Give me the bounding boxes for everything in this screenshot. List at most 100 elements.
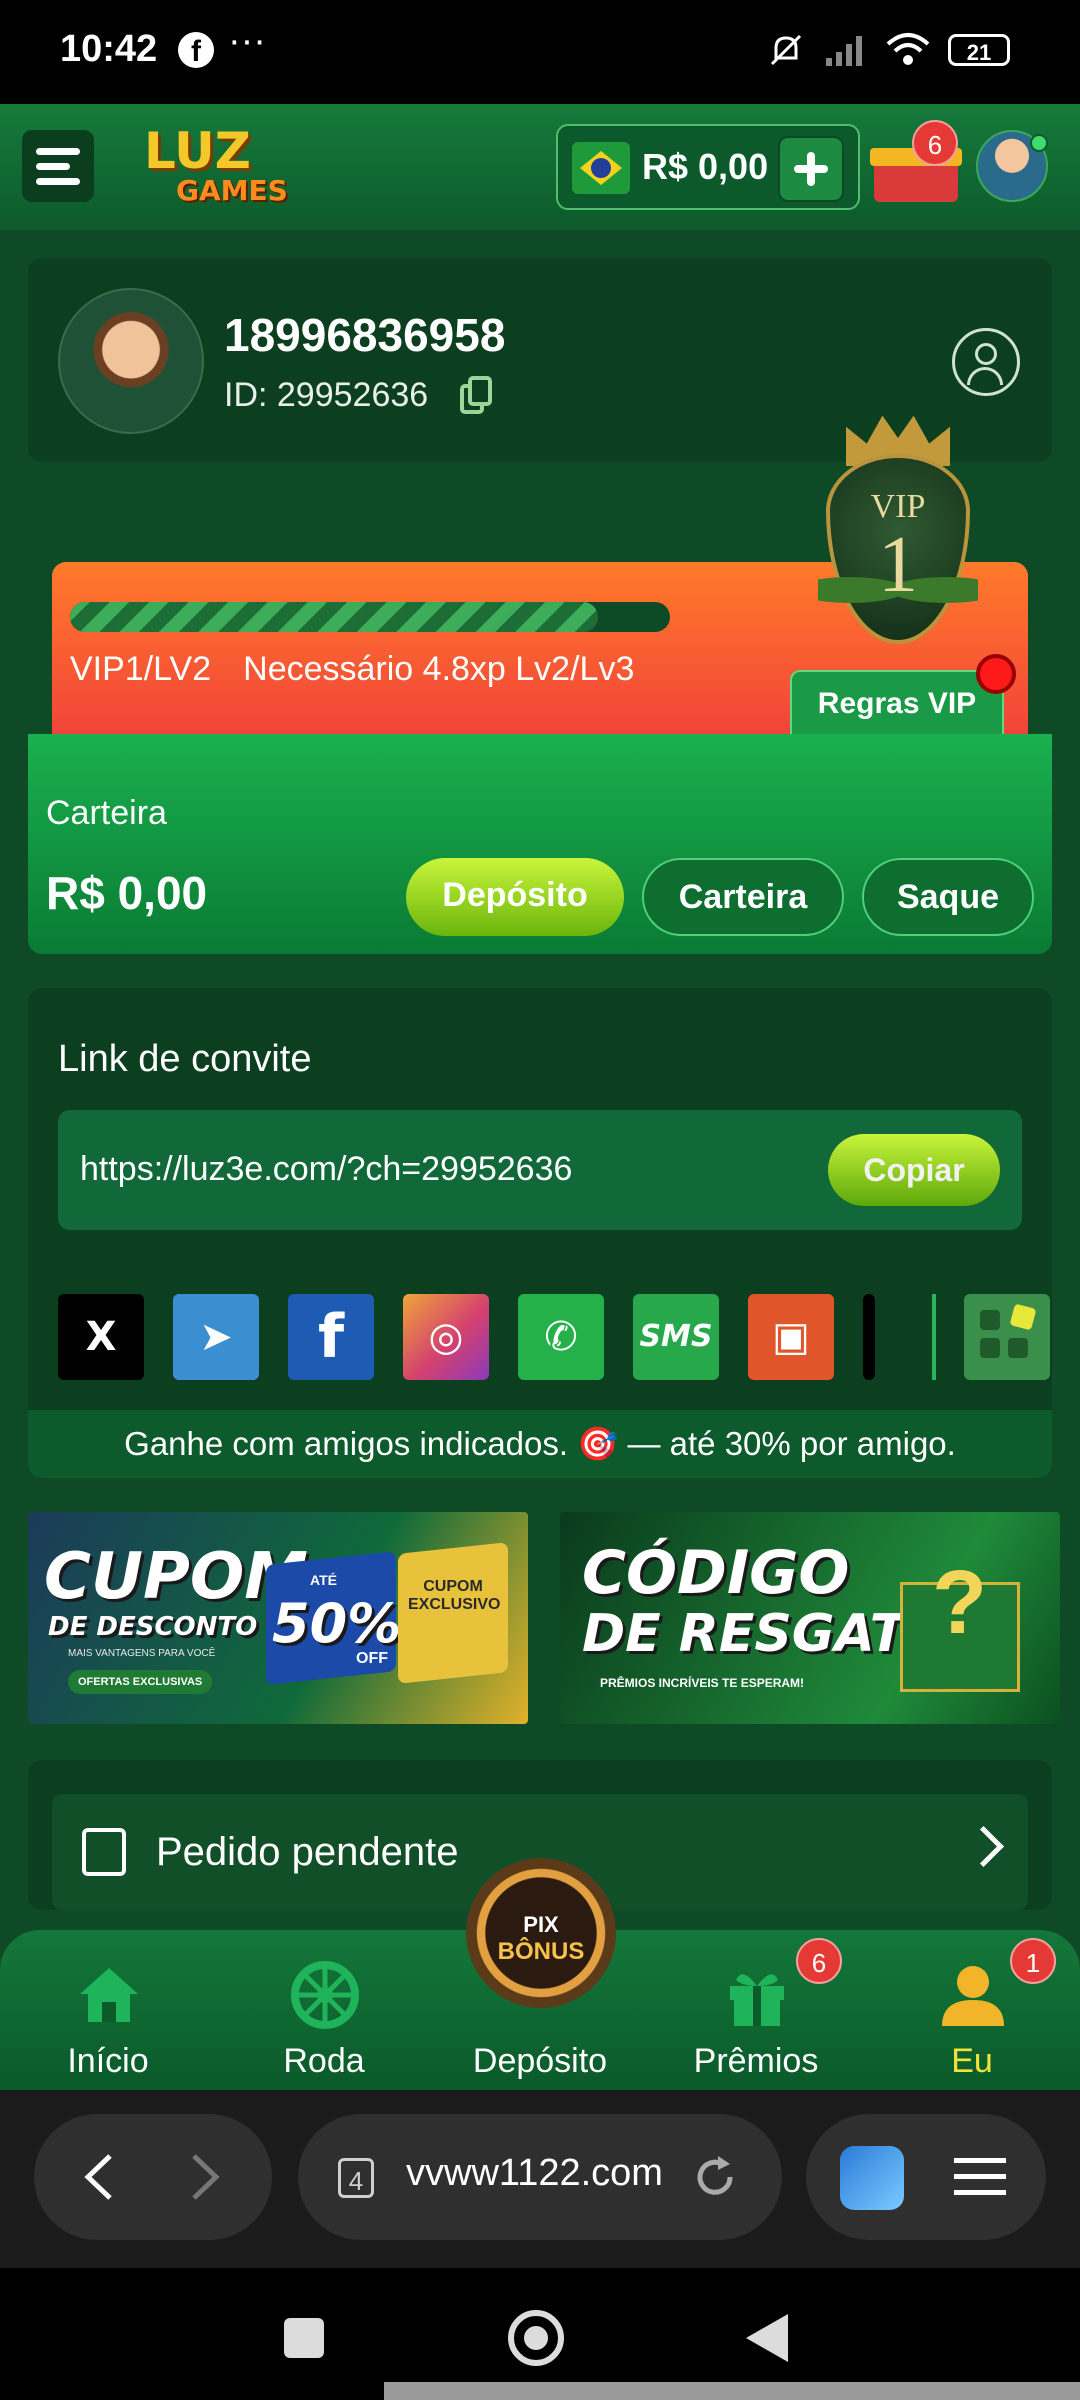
gift-chest-button[interactable]: 6 xyxy=(870,120,964,208)
profile-avatar[interactable] xyxy=(58,288,204,434)
copy-link-button[interactable]: Copiar xyxy=(828,1134,1000,1206)
wifi-icon xyxy=(886,33,930,65)
tab-count-icon[interactable]: 4 xyxy=(338,2158,374,2198)
vip-level-badge: VIP 1 xyxy=(818,410,978,660)
back-button[interactable] xyxy=(744,2312,790,2364)
sms-share-icon[interactable]: SMS xyxy=(633,1294,719,1380)
battery-icon: 21 xyxy=(948,34,1010,66)
facebook-icon: f xyxy=(178,32,214,68)
wheel-icon xyxy=(291,1961,359,2029)
more-dots-icon: ··· xyxy=(228,20,266,62)
order-calendar-icon xyxy=(82,1828,126,1876)
nav-wheel[interactable]: Roda xyxy=(234,1940,414,2090)
copy-id-icon[interactable] xyxy=(460,376,494,416)
question-mark-icon: ? xyxy=(932,1553,987,1653)
code-title: CÓDIGO xyxy=(582,1538,850,1608)
vip-requirement: Necessário 4.8xp Lv2/Lv3 xyxy=(243,650,635,688)
withdraw-button[interactable]: Saque xyxy=(862,858,1034,936)
telegram-share-icon[interactable]: ➤ xyxy=(173,1294,259,1380)
me-badge: 1 xyxy=(1010,1938,1056,1984)
address-bar[interactable]: 4 vvww1122.com xyxy=(298,2114,782,2240)
add-funds-button[interactable] xyxy=(778,136,844,202)
reload-icon[interactable] xyxy=(692,2154,738,2200)
status-icons: 21 xyxy=(766,30,1010,70)
luz-games-logo[interactable]: LUZ GAMES xyxy=(140,122,310,212)
home-button[interactable] xyxy=(508,2310,564,2366)
nav-me-label: Eu xyxy=(951,2042,993,2080)
status-bar: 10:42 f ··· 21 xyxy=(0,0,1080,104)
kwai-share-icon[interactable]: ▣ xyxy=(748,1294,834,1380)
coupon-subtitle: DE DESCONTO xyxy=(48,1612,258,1642)
coupon-ticket-text: CUPOM EXCLUSIVO xyxy=(408,1578,501,1613)
back-arrow-icon[interactable] xyxy=(80,2152,120,2202)
vip-progress-fill xyxy=(70,602,598,632)
nav-prizes-label: Prêmios xyxy=(693,2042,819,2080)
wallet-button[interactable]: Carteira xyxy=(642,858,844,936)
whatsapp-share-icon[interactable]: ✆ xyxy=(518,1294,604,1380)
vip-rules-button[interactable]: Regras VIP xyxy=(790,670,1004,734)
instagram-share-icon[interactable]: ◎ xyxy=(403,1294,489,1380)
nav-home-label: Início xyxy=(67,2042,149,2080)
mute-icon xyxy=(770,34,802,66)
vip-badge-number: 1 xyxy=(878,521,918,609)
nav-deposit-label: Depósito xyxy=(472,2042,608,2080)
logo-text: LUZ xyxy=(144,122,251,180)
url-text[interactable]: vvww1122.com xyxy=(406,2152,663,2195)
nav-home[interactable]: Início xyxy=(18,1940,198,2090)
notification-dot xyxy=(976,654,1016,694)
tiktok-share-icon-partial[interactable] xyxy=(863,1294,875,1380)
logo-subtext: GAMES xyxy=(176,174,288,207)
vip-text: VIP1/LV2 Necessário 4.8xp Lv2/Lv3 xyxy=(70,650,634,689)
nav-me[interactable]: 1 Eu xyxy=(882,1938,1062,2090)
brazil-flag-icon xyxy=(572,142,630,194)
browser-bar: 4 vvww1122.com xyxy=(0,2090,1080,2268)
coupon-off: OFF xyxy=(356,1650,388,1667)
nav-wheel-label: Roda xyxy=(283,2042,365,2080)
profile-id: ID: 29952636 xyxy=(224,376,429,414)
menu-button[interactable] xyxy=(22,130,94,202)
system-nav-bar xyxy=(0,2268,1080,2400)
wallet-amount: R$ 0,00 xyxy=(46,867,208,919)
more-apps-icon[interactable] xyxy=(964,1294,1050,1380)
game-app-icon[interactable] xyxy=(840,2146,904,2210)
pix-label: PIX xyxy=(523,1912,559,1937)
online-indicator xyxy=(1030,134,1048,152)
balance-pill[interactable]: R$ 0,00 xyxy=(556,124,860,210)
share-row: X ➤ f ◎ ✆ SMS ▣ xyxy=(58,1294,1050,1384)
edit-profile-button[interactable] xyxy=(952,328,1020,396)
invite-card: Link de convite https://luz3e.com/?ch=29… xyxy=(28,988,1052,1478)
pix-bonus-icon[interactable]: PIX BÔNUS xyxy=(466,1858,616,2008)
browser-nav-group xyxy=(34,2114,272,2240)
signal-icon xyxy=(826,36,862,66)
invite-link[interactable]: https://luz3e.com/?ch=29952636 xyxy=(80,1150,572,1189)
coupon-offers-pill: OFERTAS EXCLUSIVAS xyxy=(68,1670,213,1694)
code-subtitle: DE RESGATE xyxy=(582,1604,941,1664)
vip-level: VIP1/LV2 xyxy=(70,650,212,688)
redeem-code-banner[interactable]: CÓDIGO DE RESGATE PRÊMIOS INCRÍVEIS TE E… xyxy=(560,1512,1060,1724)
home-icon xyxy=(80,1968,138,2022)
header-balance: R$ 0,00 xyxy=(642,146,769,187)
facebook-share-icon[interactable]: f xyxy=(288,1294,374,1380)
chevron-right-icon xyxy=(962,1825,1005,1868)
coupon-upto: ATÉ xyxy=(310,1572,337,1588)
status-time: 10:42 xyxy=(60,28,158,70)
recents-button[interactable] xyxy=(284,2318,324,2358)
browser-menu-icon[interactable] xyxy=(954,2154,1006,2200)
nav-prizes[interactable]: 6 Prêmios xyxy=(666,1938,846,2090)
vip-progress-bar xyxy=(70,602,670,632)
app-header: LUZ GAMES R$ 0,00 6 xyxy=(0,104,1080,230)
gift-badge: 6 xyxy=(912,120,958,166)
bonus-label: BÔNUS xyxy=(497,1938,585,1965)
x-share-icon[interactable]: X xyxy=(58,1294,144,1380)
wallet-card: Carteira R$ 0,00 Depósito Carteira Saque xyxy=(28,734,1052,954)
prizes-badge: 6 xyxy=(796,1938,842,1984)
invite-promo-text: Ganhe com amigos indicados. 🎯 — até 30% … xyxy=(28,1410,1052,1478)
coupon-banner[interactable]: CUPOM DE DESCONTO MAIS VANTAGENS PARA VO… xyxy=(28,1512,528,1724)
user-icon xyxy=(942,1966,1004,2026)
invite-title: Link de convite xyxy=(58,1038,312,1080)
wallet-label: Carteira xyxy=(46,794,167,832)
gesture-bar xyxy=(384,2382,1080,2400)
forward-arrow-icon[interactable] xyxy=(184,2152,224,2202)
gift-icon xyxy=(730,1974,784,2026)
deposit-button[interactable]: Depósito xyxy=(406,858,624,936)
